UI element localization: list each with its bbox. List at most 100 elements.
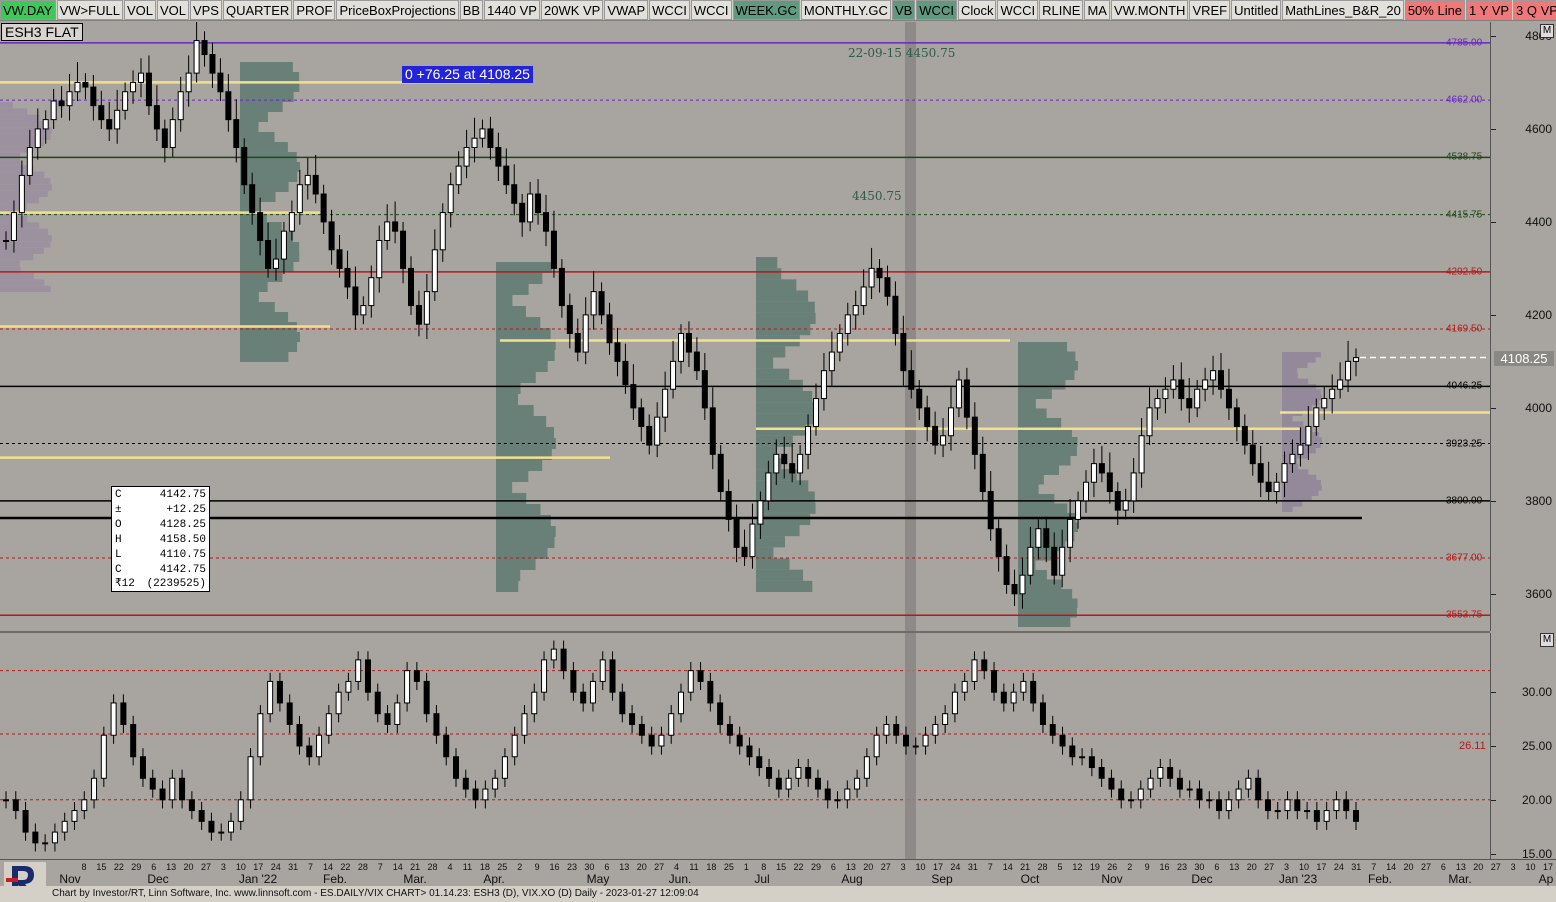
ohlc-key: C: [115, 489, 122, 501]
toolbar-button-prof[interactable]: PROF: [293, 0, 336, 20]
toolbar-button-1-y-vp[interactable]: 1 Y VP: [1466, 0, 1513, 20]
toolbar-button-clock[interactable]: Clock: [957, 0, 997, 20]
volume-profile-bar: [240, 172, 298, 182]
price-candle-body: [217, 72, 224, 93]
volume-profile-bar: [1018, 598, 1078, 608]
price-candle-body: [415, 305, 422, 325]
time-axis-day: 24: [1333, 862, 1344, 872]
vix-candle-body: [364, 659, 371, 693]
volume-profile-bar: [0, 133, 51, 140]
vix-candle-body: [717, 702, 724, 725]
toolbar-button-wcci[interactable]: WCCI: [690, 0, 732, 20]
time-axis-day: 31: [1351, 862, 1362, 872]
ohlc-row: L 4110.75: [115, 548, 206, 563]
vix-candle-body: [413, 670, 420, 682]
price-candle-body: [1003, 556, 1010, 586]
toolbar-button-priceboxprojections[interactable]: PriceBoxProjections: [336, 0, 459, 20]
volume-profile-bar: [756, 413, 814, 425]
price-candle-body: [209, 54, 216, 74]
time-axis-day: 11: [462, 862, 473, 872]
toolbar-button-vwap[interactable]: VWAP: [604, 0, 649, 20]
vix-axis-label: 20.00: [1521, 792, 1552, 807]
time-axis-day: 17: [932, 862, 944, 872]
price-candle-body: [455, 165, 462, 186]
vix-candle-body: [903, 734, 909, 747]
price-axis[interactable]: 4800 4600 4400 4200 4000 3800 3600: [1490, 22, 1556, 631]
vix-candle-body: [1343, 799, 1350, 812]
toolbar-button-wcci[interactable]: WCCI: [649, 0, 690, 20]
vix-candle-body: [91, 777, 98, 801]
volume-profile-bar: [756, 324, 811, 336]
price-candle-body: [646, 425, 653, 446]
toolbar-button-vb[interactable]: VB: [891, 0, 916, 20]
time-axis-month: Mar.: [403, 872, 427, 886]
vix-candle-body: [736, 734, 743, 747]
volume-profile-bar: [1282, 400, 1319, 406]
vix-candle-body: [951, 691, 958, 715]
toolbar-button-untitled[interactable]: Untitled: [1231, 0, 1282, 20]
toolbar-button-rline[interactable]: RLINE: [1039, 0, 1084, 20]
toolbar-button-mathlines-b-r-20[interactable]: MathLines_B&R_20: [1282, 0, 1404, 20]
vix-candle-body: [1216, 799, 1223, 812]
toolbar-button-vw-full[interactable]: VW>FULL: [56, 0, 123, 20]
price-candle-body: [1130, 472, 1137, 502]
price-candle-body: [892, 295, 899, 334]
vix-axis[interactable]: 30.00 25.00 20.00 15.00: [1490, 633, 1556, 861]
toolbar-button-20wk-vp[interactable]: 20WK VP: [540, 0, 604, 20]
toolbar-button-vref[interactable]: VREF: [1189, 0, 1231, 20]
time-axis-day: 22: [113, 862, 124, 872]
toolbar-button-monthly-gc[interactable]: MONTHLY.GC: [800, 0, 891, 20]
price-candle-body: [320, 193, 327, 223]
ohlc-value: 4158.50: [159, 533, 206, 546]
vix-candle-body: [1167, 767, 1174, 779]
time-axis-day: 23: [566, 862, 578, 872]
vix-pane[interactable]: [0, 633, 1490, 859]
maximize-price-pane-button[interactable]: M: [1540, 24, 1554, 38]
level-label: 3677.00: [1446, 552, 1483, 564]
vix-candle-body: [766, 767, 773, 779]
toolbar-button-vol[interactable]: VOL: [156, 0, 189, 20]
toolbar-button-1440-vp[interactable]: 1440 VP: [484, 0, 540, 20]
indicator-toolbar: VW.DAY VW>FULL VOL VOL VPS QUARTER PROF PriceBo…: [0, 0, 1556, 21]
price-candle-body: [963, 379, 970, 418]
toolbar-button-quarter[interactable]: QUARTER: [222, 0, 293, 20]
level-label: 3553.75: [1446, 609, 1483, 621]
vix-candle-body: [550, 648, 557, 661]
time-axis[interactable]: 8 15 22 29 6 13 20 27 3 10 17 24 31 7 14 22 28 7 14 21 28 4 11…: [0, 859, 1556, 886]
toolbar-button-wcci[interactable]: WCCI: [916, 0, 957, 20]
volume-profile-bar: [240, 112, 268, 122]
price-candle-body: [868, 267, 875, 288]
toolbar-button-wcci[interactable]: WCCI: [997, 0, 1039, 20]
price-candle-body: [701, 370, 708, 409]
time-axis-month: Dec: [147, 872, 169, 886]
toolbar-button-vw-month[interactable]: VW.MONTH: [1110, 0, 1189, 20]
price-candle-body: [1305, 425, 1312, 446]
vix-candle-body: [247, 756, 254, 801]
toolbar-button-bb[interactable]: BB: [459, 0, 484, 20]
price-candle-body: [789, 463, 796, 474]
toolbar-button-week-gc[interactable]: WEEK.GC: [732, 0, 800, 20]
price-candle-body: [130, 81, 137, 93]
toolbar-button-vol[interactable]: VOL: [123, 0, 156, 20]
vix-candle-body: [276, 680, 283, 704]
toolbar-button-ma[interactable]: MA: [1084, 0, 1110, 20]
toolbar-button-50-line[interactable]: 50% Line: [1404, 0, 1466, 20]
toolbar-button-vw-day[interactable]: VW.DAY: [0, 0, 56, 20]
vix-candle-body: [472, 788, 479, 801]
price-candle-body: [654, 416, 661, 446]
vix-candle-body: [668, 713, 675, 736]
price-candle-body: [1265, 481, 1272, 493]
maximize-vix-pane-button[interactable]: M: [1540, 633, 1554, 647]
vix-candle-body: [912, 745, 919, 748]
toolbar-button-3-q-vp[interactable]: 3 Q VP: [1513, 0, 1556, 20]
price-pane[interactable]: [0, 22, 1490, 631]
vix-candle-body: [1245, 777, 1252, 790]
price-candle-body: [344, 267, 351, 288]
price-candle-body: [884, 277, 891, 297]
price-candle-body: [733, 518, 740, 548]
volume-profile-bar: [1282, 501, 1303, 507]
price-candle-body: [1257, 463, 1264, 483]
toolbar-button-vps[interactable]: VPS: [189, 0, 222, 20]
vix-candle-body: [726, 723, 733, 736]
volume-profile-bar: [496, 559, 536, 570]
